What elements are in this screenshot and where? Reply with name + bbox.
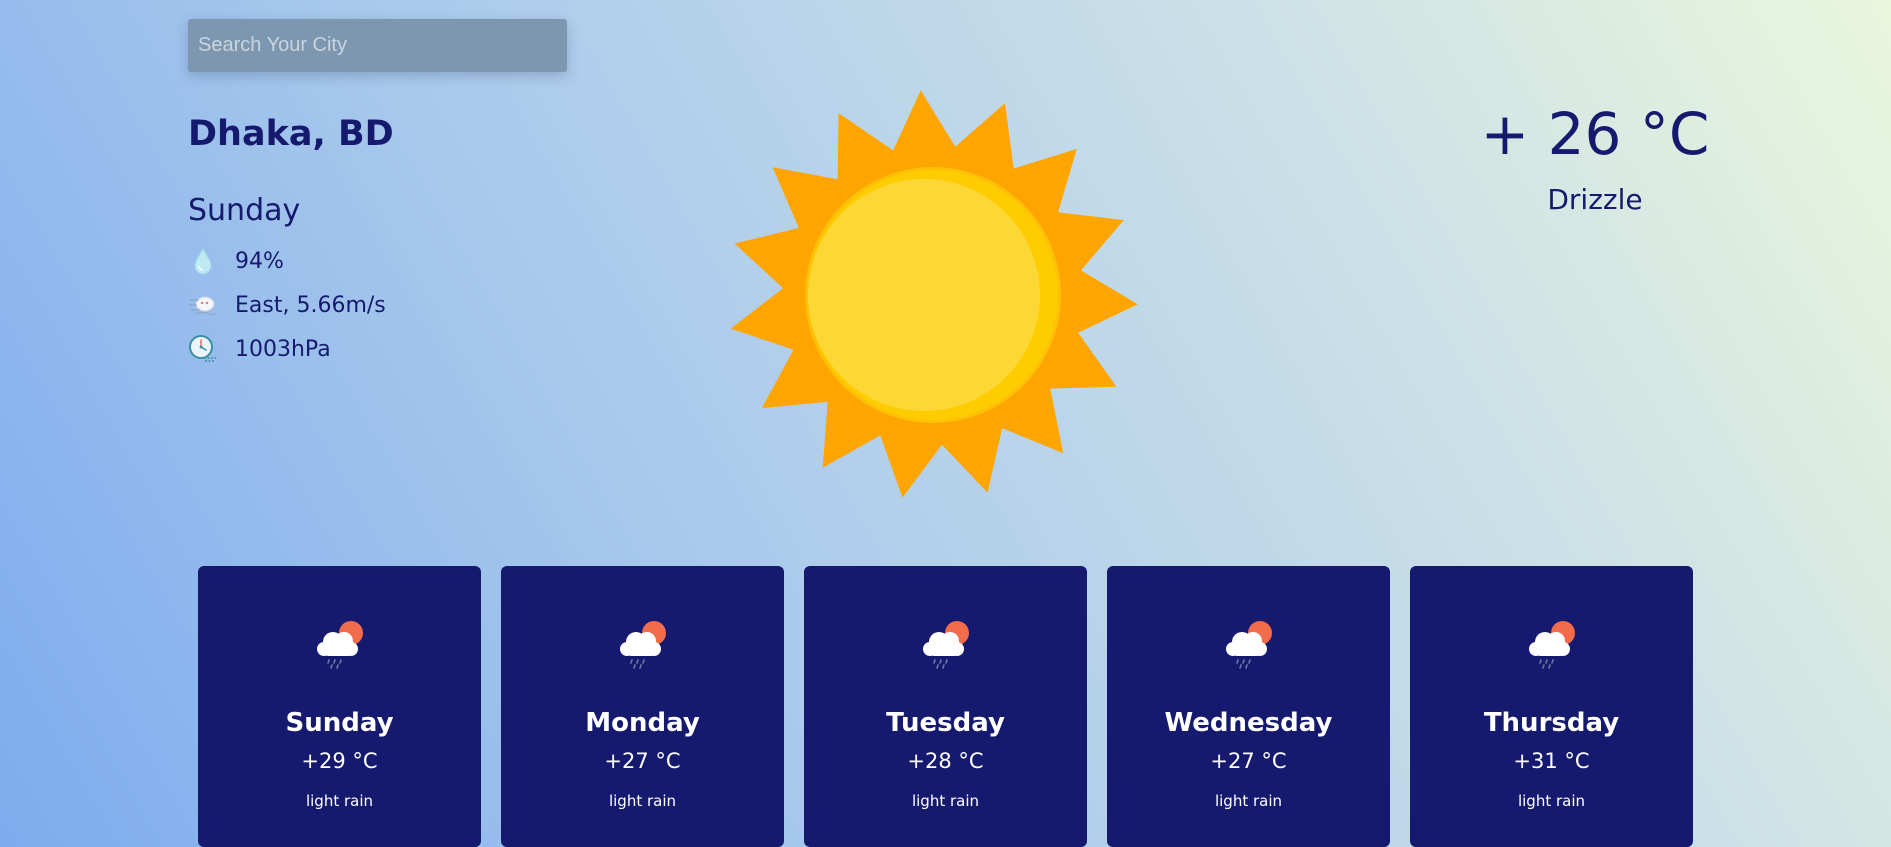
search-input[interactable] <box>188 19 567 72</box>
pressure-row: 1003hPa <box>188 334 331 364</box>
forecast-card: Wednesday +27 °C light rain <box>1107 566 1390 847</box>
current-day: Sunday <box>188 193 301 228</box>
forecast-card: Tuesday +28 °C light rain <box>804 566 1087 847</box>
cloud-rain-sun-icon <box>1523 618 1581 670</box>
forecast-temp: +29 °C <box>301 749 378 773</box>
forecast-temp: +27 °C <box>604 749 681 773</box>
current-temperature: + 26 °C <box>1480 100 1710 168</box>
barometer-icon <box>188 334 218 364</box>
wind-icon <box>188 290 218 320</box>
forecast-day: Thursday <box>1483 708 1620 738</box>
forecast-temp: +27 °C <box>1210 749 1287 773</box>
forecast-list: Sunday +29 °C light rain Monday +27 °C l… <box>198 566 1693 847</box>
water-drop-icon <box>188 246 218 276</box>
forecast-temp: +28 °C <box>907 749 984 773</box>
current-condition: Drizzle <box>1547 183 1643 216</box>
forecast-card: Sunday +29 °C light rain <box>198 566 481 847</box>
forecast-day: Tuesday <box>886 708 1005 738</box>
pressure-value: 1003hPa <box>235 336 331 362</box>
forecast-day: Wednesday <box>1164 708 1333 738</box>
forecast-desc: light rain <box>1214 792 1283 810</box>
cloud-rain-sun-icon <box>614 618 672 670</box>
forecast-day: Monday <box>585 708 700 738</box>
cloud-rain-sun-icon <box>1220 618 1278 670</box>
forecast-desc: light rain <box>911 792 980 810</box>
forecast-desc: light rain <box>608 792 677 810</box>
sun-icon <box>728 90 1138 500</box>
forecast-card: Thursday +31 °C light rain <box>1410 566 1693 847</box>
location-title: Dhaka, BD <box>188 114 394 154</box>
humidity-row: 94% <box>188 246 284 276</box>
humidity-value: 94% <box>235 248 284 274</box>
forecast-desc: light rain <box>1517 792 1586 810</box>
cloud-rain-sun-icon <box>917 618 975 670</box>
wind-row: East, 5.66m/s <box>188 290 386 320</box>
forecast-desc: light rain <box>305 792 374 810</box>
wind-value: East, 5.66m/s <box>235 292 386 318</box>
forecast-card: Monday +27 °C light rain <box>501 566 784 847</box>
cloud-rain-sun-icon <box>311 618 369 670</box>
forecast-temp: +31 °C <box>1513 749 1590 773</box>
forecast-day: Sunday <box>285 708 394 738</box>
